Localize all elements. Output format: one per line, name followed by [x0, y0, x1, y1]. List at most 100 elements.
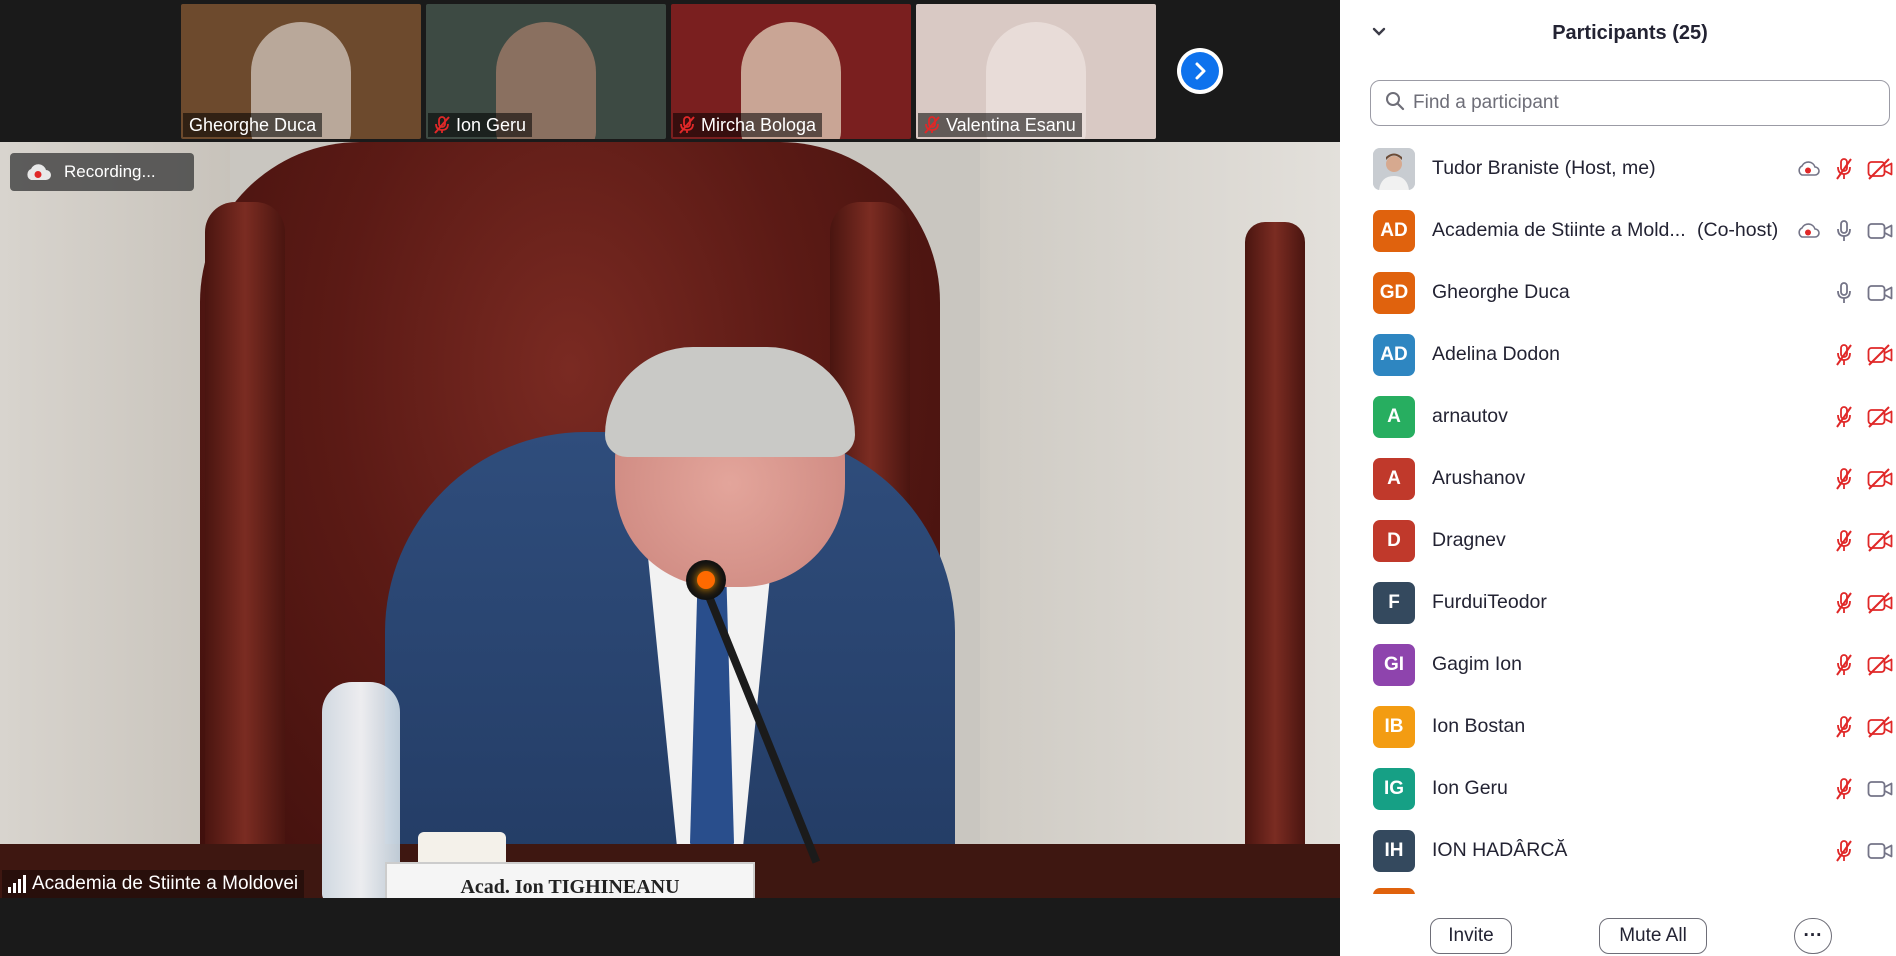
participant-row[interactable]: GI Gagim Ion [1340, 634, 1896, 696]
video-camera-icon[interactable] [1865, 218, 1895, 244]
participant-name: Ion Bostan [1432, 715, 1526, 737]
thumbnail-name: Ion Geru [456, 115, 527, 135]
thumbnail-strip: Gheorghe Duca Ion Geru Mircha Bologa Val… [0, 0, 1340, 142]
participant-row[interactable]: IH ION HADÂRCĂ [1340, 820, 1896, 882]
participant-name: Gheorghe Duca [1432, 281, 1570, 303]
avatar: IH [1373, 830, 1415, 872]
avatar-initials: AD [1380, 344, 1408, 365]
mic-muted-icon [679, 116, 695, 134]
thumbnail-name: Valentina Esanu [946, 115, 1076, 135]
thumbnail-name-tag: Gheorghe Duca [183, 113, 323, 137]
participant-row[interactable]: IB Ion Bostan [1340, 696, 1896, 758]
avatar: A [1373, 458, 1415, 500]
microphone-muted-icon[interactable] [1831, 528, 1857, 554]
microphone-icon[interactable] [1831, 280, 1857, 306]
video-camera-icon[interactable] [1865, 776, 1895, 802]
microphone-muted-icon[interactable] [1831, 404, 1857, 430]
participant-name: ION HADÂRCĂ [1432, 839, 1568, 861]
meeting-area: Gheorghe Duca Ion Geru Mircha Bologa Val… [0, 0, 1340, 956]
microphone-muted-icon[interactable] [1831, 342, 1857, 368]
microphone-muted-icon[interactable] [1831, 714, 1857, 740]
mute-all-button[interactable]: Mute All [1599, 918, 1707, 954]
invite-button[interactable]: Invite [1430, 918, 1512, 954]
video-camera-off-icon[interactable] [1865, 652, 1895, 678]
chevron-right-icon [1181, 52, 1219, 90]
microphone-muted-icon[interactable] [1831, 838, 1857, 864]
avatar: IG [1373, 768, 1415, 810]
more-options-button[interactable]: ··· [1794, 918, 1832, 954]
microphone-muted-icon[interactable] [1831, 466, 1857, 492]
next-page-button[interactable] [1177, 48, 1223, 94]
avatar: AD [1373, 210, 1415, 252]
avatar-initials: IH [1384, 840, 1404, 861]
active-speaker-name-tag: Academia de Stiinte a Moldovei [2, 870, 305, 898]
avatar-initials: F [1388, 592, 1400, 613]
microphone-muted-icon[interactable] [1831, 156, 1857, 182]
cloud-record-icon [24, 163, 52, 181]
participants-title: Participants (25) [1552, 22, 1708, 44]
participant-thumbnail[interactable]: Mircha Bologa [671, 4, 911, 139]
participants-panel: Participants (25) Tudor Braniste (Host, … [1340, 0, 1896, 956]
participant-search-input[interactable] [1413, 92, 1873, 114]
participant-name: Academia de Stiinte a Mold... [1432, 219, 1686, 241]
participant-row[interactable]: Aarnautov [1340, 386, 1896, 448]
zoom-meeting-window: Gheorghe Duca Ion Geru Mircha Bologa Val… [0, 0, 1896, 956]
avatar: D [1373, 520, 1415, 562]
video-speaker-hair [605, 347, 855, 457]
avatar: A [1373, 396, 1415, 438]
participant-row[interactable]: F FurduiTeodor [1340, 572, 1896, 634]
microphone-icon[interactable] [1831, 218, 1857, 244]
video-camera-off-icon[interactable] [1865, 156, 1895, 182]
recording-label: Recording... [64, 162, 156, 181]
avatar: GD [1373, 272, 1415, 314]
participant-search[interactable] [1370, 80, 1890, 126]
video-camera-off-icon[interactable] [1865, 404, 1895, 430]
participants-panel-header: Participants (25) [1340, 0, 1896, 70]
thumbnail-name: Mircha Bologa [701, 115, 817, 135]
participant-row[interactable]: AD Adelina Dodon [1340, 324, 1896, 386]
avatar: F [1373, 582, 1415, 624]
participants-panel-footer: Invite Mute All ··· [1340, 906, 1896, 956]
microphone-muted-icon[interactable] [1831, 776, 1857, 802]
participant-name: Arushanov [1432, 467, 1526, 489]
participant-row[interactable]: Tudor Braniste (Host, me) [1340, 138, 1896, 200]
microphone-muted-icon[interactable] [1831, 590, 1857, 616]
video-chair-post [205, 202, 285, 898]
participant-name: Dragnev [1432, 529, 1506, 551]
participant-name: Adelina Dodon [1432, 343, 1560, 365]
video-microphone-light [697, 571, 715, 589]
active-speaker-name: Academia de Stiinte a Moldovei [32, 873, 299, 894]
avatar: AD [1373, 334, 1415, 376]
participant-thumbnail[interactable]: Ion Geru [426, 4, 666, 139]
participant-row[interactable]: D Dragnev [1340, 510, 1896, 572]
participant-row[interactable]: IG Ion Geru [1340, 758, 1896, 820]
active-speaker-video[interactable]: Acad. Ion TIGHINEANU [0, 142, 1340, 898]
participant-row[interactable]: A Arushanov [1340, 448, 1896, 510]
participant-thumbnail[interactable]: Gheorghe Duca [181, 4, 421, 139]
video-camera-off-icon[interactable] [1865, 590, 1895, 616]
mic-muted-icon [434, 116, 450, 134]
video-camera-off-icon[interactable] [1865, 714, 1895, 740]
participant-name: arnautov [1432, 405, 1508, 427]
video-camera-off-icon[interactable] [1865, 528, 1895, 554]
participant-role: (Co-host) [1697, 219, 1779, 241]
participant-thumbnail[interactable]: Valentina Esanu [916, 4, 1156, 139]
video-camera-off-icon[interactable] [1865, 342, 1895, 368]
participant-name: FurduiTeodor [1432, 591, 1547, 613]
microphone-muted-icon[interactable] [1831, 652, 1857, 678]
video-camera-off-icon[interactable] [1865, 466, 1895, 492]
video-side-post [1245, 222, 1305, 898]
avatar-initials: A [1387, 406, 1401, 427]
participant-row[interactable]: GD Gheorghe Duca [1340, 262, 1896, 324]
video-camera-icon[interactable] [1865, 838, 1895, 864]
participant-row[interactable]: AD Academia de Stiinte a Mold... (Co-host) [1340, 200, 1896, 262]
participant-name: Tudor Braniste (Host, me) [1432, 157, 1656, 179]
participant-row-partial[interactable] [1373, 888, 1415, 894]
recording-indicator[interactable]: Recording... [10, 153, 194, 191]
avatar-initials: A [1387, 468, 1401, 489]
cloud-record-icon [1795, 156, 1821, 182]
video-camera-icon[interactable] [1865, 280, 1895, 306]
avatar-initials: GD [1379, 282, 1409, 303]
cloud-record-icon [1795, 218, 1821, 244]
nameplate-text: Acad. Ion TIGHINEANU [460, 876, 680, 898]
